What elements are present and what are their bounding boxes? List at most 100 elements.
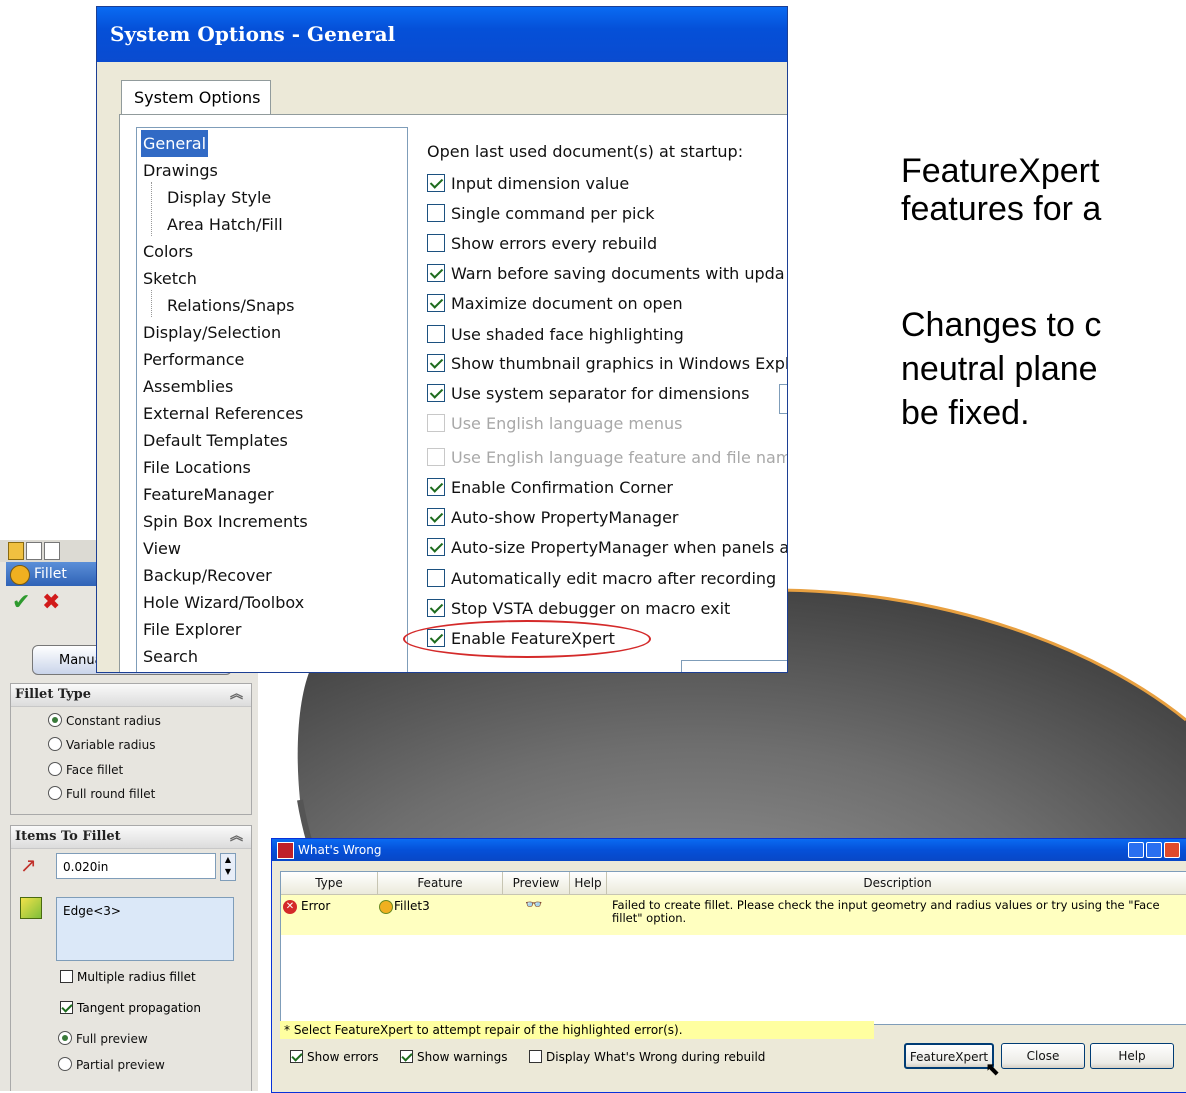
help-button[interactable]: Help	[1090, 1043, 1174, 1069]
option-warn-before-saving[interactable]: Warn before saving documents with upda	[427, 260, 785, 288]
option-english-feature-names: Use English language feature and file na…	[427, 444, 787, 472]
rebuild-error-dropdown[interactable]	[681, 660, 787, 672]
tree-item-search[interactable]: Search	[141, 643, 200, 670]
column-header-feature[interactable]: Feature	[378, 872, 503, 895]
maximize-icon[interactable]	[1146, 842, 1162, 858]
solidworks-app-icon	[277, 842, 294, 859]
preview-glasses-icon[interactable]: 👓	[525, 897, 542, 913]
option-single-command-per-pick[interactable]: Single command per pick	[427, 200, 655, 228]
tree-item-relations-snaps[interactable]: Relations/Snaps	[165, 292, 296, 319]
column-header-help[interactable]: Help	[570, 872, 607, 895]
option-show-errors-every-rebuild[interactable]: Show errors every rebuild	[427, 230, 657, 258]
edge-list-item[interactable]: Edge<3>	[63, 904, 121, 918]
ok-check-icon[interactable]: ✔	[12, 590, 30, 615]
tree-item-sketch[interactable]: Sketch	[141, 265, 199, 292]
tree-item-display-selection[interactable]: Display/Selection	[141, 319, 283, 346]
option-stop-vsta-debugger[interactable]: Stop VSTA debugger on macro exit	[427, 595, 730, 623]
collapse-chevron-icon[interactable]: ︽	[230, 684, 243, 706]
featuremanager-tab-icon[interactable]	[8, 542, 24, 560]
display-during-rebuild-checkbox[interactable]: Display What's Wrong during rebuild	[529, 1050, 765, 1064]
collapse-chevron-icon[interactable]: ︽	[230, 826, 243, 848]
whats-wrong-title: What's Wrong	[298, 843, 382, 857]
option-english-menus: Use English language menus	[427, 410, 682, 438]
mouse-cursor-icon: ⬉	[985, 1059, 1001, 1080]
tree-item-default-templates[interactable]: Default Templates	[141, 427, 290, 454]
column-header-type[interactable]: Type	[281, 872, 378, 895]
tree-item-area-hatch-fill[interactable]: Area Hatch/Fill	[165, 211, 285, 238]
radio-full-preview[interactable]: Full preview	[58, 1029, 148, 1049]
radio-constant-radius[interactable]: Constant radius	[48, 711, 161, 731]
radio-partial-preview[interactable]: Partial preview	[58, 1055, 165, 1075]
whats-wrong-dialog: What's Wrong Type Feature Preview Help D…	[271, 838, 1186, 1093]
dialog-title: System Options - General	[97, 7, 787, 62]
option-shaded-face-highlighting[interactable]: Use shaded face highlighting	[427, 321, 684, 349]
error-feature: Fillet3	[394, 899, 430, 913]
system-options-dialog: System Options - General System Options …	[96, 6, 788, 673]
pm-title: Fillet	[34, 566, 67, 582]
whats-wrong-title-bar: What's Wrong	[272, 839, 1186, 861]
option-maximize-document[interactable]: Maximize document on open	[427, 290, 683, 318]
fillet-type-header[interactable]: Fillet Type ︽	[11, 684, 251, 707]
edge-selection-icon	[20, 897, 42, 919]
tree-item-colors[interactable]: Colors	[141, 238, 195, 265]
tree-item-spin-box-increments[interactable]: Spin Box Increments	[141, 508, 310, 535]
fillet-feature-icon	[379, 900, 393, 914]
fillet-feature-icon	[10, 565, 30, 585]
option-input-dimension-value[interactable]: Input dimension value	[427, 170, 629, 198]
separator-input[interactable]	[779, 384, 787, 414]
tree-item-backup-recover[interactable]: Backup/Recover	[141, 562, 274, 589]
tree-item-general[interactable]: General	[141, 130, 209, 157]
highlight-ellipse	[403, 620, 651, 658]
radio-face-fillet[interactable]: Face fillet	[48, 760, 123, 780]
show-errors-checkbox[interactable]: Show errors	[290, 1050, 379, 1064]
radio-variable-radius[interactable]: Variable radius	[48, 735, 156, 755]
featurexpert-button[interactable]: FeatureXpert	[904, 1043, 994, 1069]
tree-item-featuremanager[interactable]: FeatureManager	[141, 481, 276, 508]
options-tree[interactable]: General Drawings Display Style Area Hatc…	[136, 127, 408, 672]
slide-text-line-1: FeatureXpert	[901, 152, 1100, 190]
option-auto-edit-macro[interactable]: Automatically edit macro after recording	[427, 565, 776, 593]
error-list[interactable]: Type Feature Preview Help Description ✕ …	[280, 871, 1186, 1025]
slide-text-line-3: Changes to c	[901, 306, 1102, 344]
option-auto-show-propertymanager[interactable]: Auto-show PropertyManager	[427, 504, 679, 532]
slide-text-line-5: be fixed.	[901, 394, 1030, 432]
propertymanager-tab-icon[interactable]	[26, 542, 42, 560]
error-description: Failed to create fillet. Please check th…	[612, 898, 1160, 925]
option-system-separator[interactable]: Use system separator for dimensions	[427, 380, 749, 408]
tree-item-file-locations[interactable]: File Locations	[141, 454, 253, 481]
error-type: Error	[301, 899, 331, 913]
tree-item-assemblies[interactable]: Assemblies	[141, 373, 235, 400]
minimize-icon[interactable]	[1128, 842, 1144, 858]
close-window-icon[interactable]	[1164, 842, 1180, 858]
slide-text-line-4: neutral plane	[901, 350, 1098, 388]
show-warnings-checkbox[interactable]: Show warnings	[400, 1050, 508, 1064]
radius-icon: ↗	[20, 853, 37, 877]
option-confirmation-corner[interactable]: Enable Confirmation Corner	[427, 474, 673, 502]
close-button[interactable]: Close	[1001, 1043, 1085, 1069]
tree-item-performance[interactable]: Performance	[141, 346, 246, 373]
tab-system-options[interactable]: System Options	[121, 80, 271, 114]
featurexpert-hint: * Select FeatureXpert to attempt repair …	[280, 1021, 874, 1039]
tree-item-hole-wizard-toolbox[interactable]: Hole Wizard/Toolbox	[141, 589, 306, 616]
option-show-thumbnail-graphics[interactable]: Show thumbnail graphics in Windows Explo	[427, 350, 787, 378]
edge-selection-list[interactable]: Edge<3>	[56, 897, 234, 961]
radio-full-round-fillet[interactable]: Full round fillet	[48, 784, 155, 804]
items-to-fillet-header[interactable]: Items To Fillet ︽	[11, 826, 251, 849]
option-auto-size-propertymanager[interactable]: Auto-size PropertyManager when panels a	[427, 534, 787, 562]
open-last-documents-label: Open last used document(s) at startup:	[427, 142, 744, 161]
radius-input[interactable]: 0.020in	[56, 853, 216, 879]
tree-item-file-explorer[interactable]: File Explorer	[141, 616, 243, 643]
error-row[interactable]: ✕ Error Fillet3 👓 Failed to create fille…	[281, 895, 1186, 935]
tree-item-drawings[interactable]: Drawings	[141, 157, 220, 184]
column-header-description[interactable]: Description	[607, 872, 1186, 895]
cancel-x-icon[interactable]: ✖	[42, 590, 60, 615]
tree-item-display-style[interactable]: Display Style	[165, 184, 273, 211]
tangent-propagation-checkbox[interactable]: Tangent propagation	[60, 1001, 201, 1015]
multiple-radius-checkbox[interactable]: Multiple radius fillet	[60, 970, 196, 984]
configurationmanager-tab-icon[interactable]	[44, 542, 60, 560]
column-header-preview[interactable]: Preview	[503, 872, 570, 895]
tree-item-external-references[interactable]: External References	[141, 400, 305, 427]
radius-spin-stepper[interactable]: ▲ ▼	[220, 853, 236, 881]
tree-item-view[interactable]: View	[141, 535, 183, 562]
slide-text-line-2: features for a	[901, 190, 1102, 228]
